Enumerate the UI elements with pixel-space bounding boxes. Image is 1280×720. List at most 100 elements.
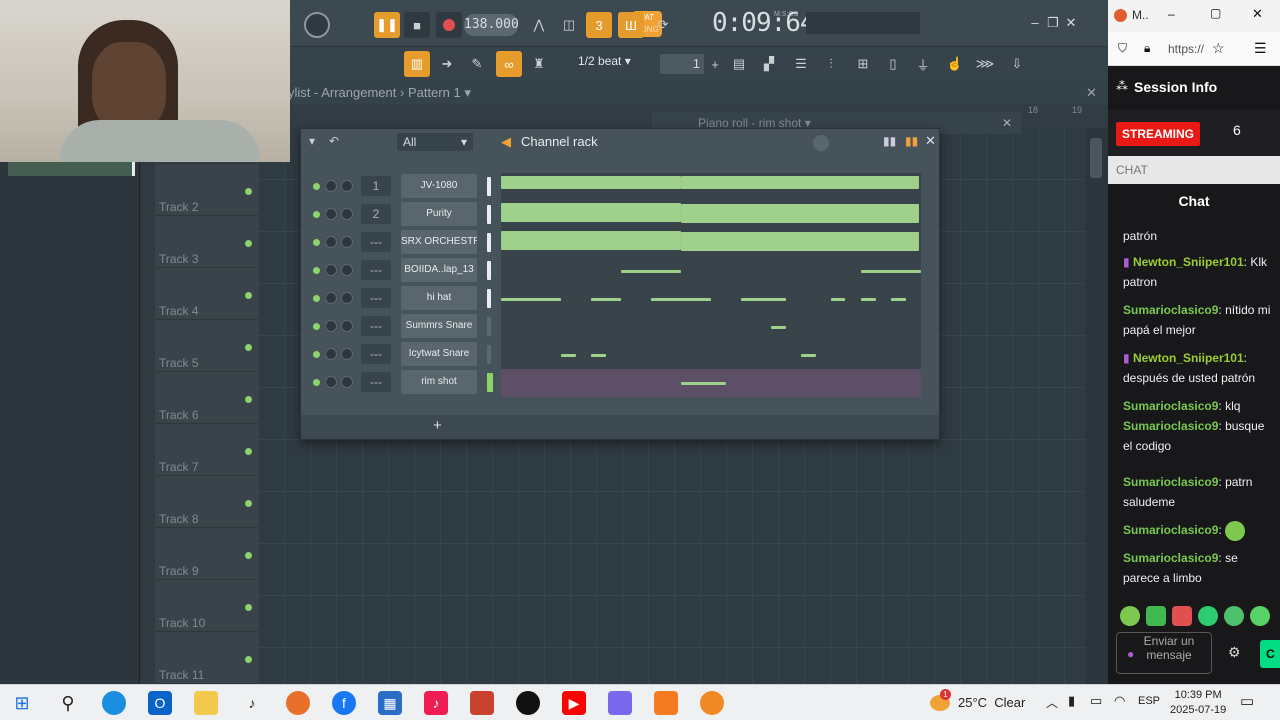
track-mute-led[interactable] xyxy=(245,344,252,351)
track-mute-led[interactable] xyxy=(245,240,252,247)
channel-mixer-track[interactable]: --- xyxy=(361,260,391,280)
swing-knob[interactable] xyxy=(813,135,829,151)
track-header[interactable]: Track 5 xyxy=(155,320,258,372)
touch-icon[interactable]: ☝ xyxy=(942,51,968,77)
channel-volume-knob[interactable] xyxy=(341,236,353,248)
loop-record-icon[interactable]: ⟳ xyxy=(650,12,676,38)
channel-mute-led[interactable] xyxy=(313,211,320,218)
channel-volume-knob[interactable] xyxy=(341,292,353,304)
channel-pattern-preview[interactable] xyxy=(501,369,921,397)
piano-roll-icon[interactable]: ▞ xyxy=(756,51,782,77)
track-header[interactable]: Track 11 xyxy=(155,632,258,684)
channel-volume-knob[interactable] xyxy=(341,180,353,192)
minimize-icon[interactable]: ‒ xyxy=(1168,7,1175,21)
download-icon[interactable]: ⇩ xyxy=(1004,51,1030,77)
maximize-icon[interactable]: ❐ xyxy=(1044,14,1062,32)
channel-mute-led[interactable] xyxy=(313,323,320,330)
channel-volume-knob[interactable] xyxy=(341,348,353,360)
mixer-icon[interactable]: ⫶ xyxy=(818,51,844,77)
mute-icon[interactable]: ⋙ xyxy=(972,51,998,77)
emote-icon[interactable] xyxy=(1198,606,1218,626)
tiktok-icon[interactable]: ♪ xyxy=(424,691,448,715)
maximize-icon[interactable]: ▢ xyxy=(1210,6,1221,20)
link-icon[interactable]: ∞ xyxy=(496,51,522,77)
channel-volume-knob[interactable] xyxy=(341,208,353,220)
channel-mixer-track[interactable]: --- xyxy=(361,232,391,252)
chat-username[interactable]: Sumarioclasico9 xyxy=(1123,523,1218,537)
undo-icon[interactable]: ↶ xyxy=(329,134,339,148)
track-header[interactable]: Track 9 xyxy=(155,528,258,580)
track-header[interactable]: Track 8 xyxy=(155,476,258,528)
copilot-icon[interactable] xyxy=(608,691,632,715)
playlist-scrollbar[interactable] xyxy=(1086,128,1108,684)
song-position-time[interactable]: 0:09:64 xyxy=(712,8,816,38)
taskbar-clock[interactable]: 10:39 PM 2025-07-19 xyxy=(1170,688,1226,718)
snap-selector[interactable]: 1/2 beat ▾ xyxy=(578,54,636,74)
channel-mixer-track[interactable]: 1 xyxy=(361,176,391,196)
channel-pattern-preview[interactable] xyxy=(501,313,921,341)
track-mute-led[interactable] xyxy=(245,292,252,299)
url-text[interactable]: https:// xyxy=(1168,42,1204,56)
playlist-titlebar[interactable]: ylist - Arrangement › Pattern 1 ▾ ✕ xyxy=(288,82,1108,104)
countdown-icon[interactable]: 3 xyxy=(586,12,612,38)
channel-pan-knob[interactable] xyxy=(325,292,337,304)
stamp-icon[interactable]: ♜ xyxy=(526,51,552,77)
channel-volume-knob[interactable] xyxy=(341,264,353,276)
wait-input-icon[interactable]: ◫ xyxy=(556,12,582,38)
weather-widget[interactable]: 25°C Clear xyxy=(958,695,1025,710)
channel-volume-knob[interactable] xyxy=(341,320,353,332)
draw-tool-icon[interactable]: ✎ xyxy=(464,51,490,77)
track-header[interactable]: Track 10 xyxy=(155,580,258,632)
facebook-icon[interactable]: f xyxy=(332,691,356,715)
stop-icon[interactable]: ■ xyxy=(404,12,430,38)
track-header[interactable]: Track 4 xyxy=(155,268,258,320)
channel-mute-led[interactable] xyxy=(313,267,320,274)
chevron-up-icon[interactable]: ︿ xyxy=(1046,694,1058,711)
track-header[interactable]: Track 2 xyxy=(155,164,258,216)
channel-pan-knob[interactable] xyxy=(325,348,337,360)
channel-filter[interactable]: All ▾ xyxy=(397,133,473,151)
channel-mute-led[interactable] xyxy=(313,379,320,386)
app-icon[interactable] xyxy=(470,691,494,715)
arrow-tool-icon[interactable]: ➜ xyxy=(434,51,460,77)
edge-icon[interactable] xyxy=(102,691,126,715)
channel-pattern-preview[interactable] xyxy=(501,341,921,369)
search-icon[interactable]: ⚲ xyxy=(56,691,80,715)
chat-username[interactable]: Sumarioclasico9 xyxy=(1123,399,1218,413)
channel-pan-knob[interactable] xyxy=(325,180,337,192)
channel-select-bar[interactable] xyxy=(487,373,493,392)
file-icon[interactable]: ▯ xyxy=(880,51,906,77)
channel-mute-led[interactable] xyxy=(313,295,320,302)
notification-icon[interactable]: ▭ xyxy=(1240,692,1254,710)
channel-name-button[interactable]: JV-1080 xyxy=(401,174,477,198)
chat-username[interactable]: Newton_Sniiper101 xyxy=(1133,351,1244,365)
channel-pan-knob[interactable] xyxy=(325,208,337,220)
tempo-display[interactable]: 138.000 xyxy=(464,14,519,36)
chat-username[interactable]: Sumarioclasico9 xyxy=(1123,475,1218,489)
menu-icon[interactable]: ☰ xyxy=(1254,40,1267,57)
channel-mixer-track[interactable]: --- xyxy=(361,344,391,364)
channel-rack-icon[interactable]: ▤ xyxy=(726,51,752,77)
channel-select-bar[interactable] xyxy=(487,205,491,224)
stepseq-icon[interactable]: ▮▮ xyxy=(905,134,918,148)
channel-name-button[interactable]: SRX ORCHESTRA xyxy=(401,230,477,254)
outlook-icon[interactable]: O xyxy=(148,691,172,715)
channel-pan-knob[interactable] xyxy=(325,320,337,332)
plugin-icon[interactable]: ⏚ xyxy=(910,51,936,77)
close-icon[interactable]: ✕ xyxy=(1062,14,1080,32)
browser-icon[interactable]: ☰ xyxy=(788,51,814,77)
chat-username[interactable]: Sumarioclasico9 xyxy=(1123,303,1218,317)
channel-pattern-preview[interactable] xyxy=(501,173,921,201)
channel-mute-led[interactable] xyxy=(313,183,320,190)
channel-mixer-track[interactable]: --- xyxy=(361,316,391,336)
add-pattern-icon[interactable]: + xyxy=(702,51,728,77)
browser-tab[interactable]: M.. xyxy=(1132,8,1149,22)
language-indicator[interactable]: ESP xyxy=(1138,695,1160,707)
channel-select-bar[interactable] xyxy=(487,317,491,336)
channel-volume-knob[interactable] xyxy=(341,376,353,388)
firefox-icon[interactable] xyxy=(286,691,310,715)
channel-mixer-track[interactable]: --- xyxy=(361,372,391,392)
channel-mute-led[interactable] xyxy=(313,239,320,246)
emote-bar[interactable] xyxy=(1108,604,1280,628)
emote-icon[interactable] xyxy=(1120,606,1140,626)
